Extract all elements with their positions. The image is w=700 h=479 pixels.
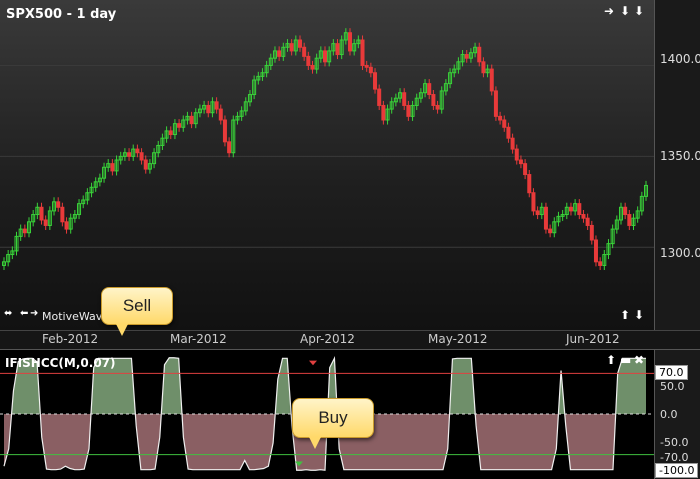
candle [598, 261, 603, 266]
level-label: 0.0 [660, 408, 678, 421]
arrow-right-icon[interactable]: ➜ [30, 308, 38, 319]
candle [510, 137, 515, 150]
level-label: -50.0 [660, 436, 689, 449]
level-label: 50.0 [660, 380, 685, 393]
candle [373, 72, 378, 90]
price-y-axis[interactable] [654, 0, 700, 330]
arrow-right-icon[interactable]: ➜ [604, 4, 614, 18]
candle [135, 148, 140, 154]
candle [381, 104, 386, 121]
candle [427, 83, 432, 96]
candle [627, 214, 632, 226]
candle [527, 174, 532, 194]
candle [360, 39, 365, 66]
candle [481, 61, 486, 74]
candle [464, 54, 469, 59]
candle [581, 214, 586, 219]
candle [518, 159, 523, 165]
candle [127, 152, 132, 157]
candle [222, 119, 227, 143]
candle [39, 206, 44, 221]
price-chart-pane[interactable]: 1400.0 1350.0 1300.0 SPX500 - 1 day ➜ ⬇ … [0, 0, 700, 330]
candle [523, 163, 528, 176]
candle [168, 130, 173, 136]
candle [310, 64, 315, 70]
x-tick-label: Jun-2012 [566, 332, 620, 346]
arrow-down-icon[interactable]: ⬇ [634, 4, 644, 18]
price-chart-plot[interactable] [0, 0, 700, 330]
candle [348, 32, 353, 52]
x-tick-label: Feb-2012 [42, 332, 99, 346]
candle [498, 115, 503, 121]
candle [477, 46, 482, 63]
candle [493, 90, 498, 117]
candle [277, 50, 282, 57]
candle [364, 64, 369, 68]
arrow-up-icon[interactable]: ⬆ [606, 353, 616, 367]
y-tick-label: 1350.0 [660, 149, 700, 163]
close-icon[interactable]: ✖ [634, 353, 644, 367]
study-label[interactable]: MotiveWav [42, 310, 102, 323]
y-tick-label: 1400.0 [660, 52, 700, 66]
x-tick-label: Apr-2012 [300, 332, 355, 346]
candle [593, 239, 598, 263]
candle [585, 217, 590, 226]
candle [543, 206, 548, 230]
candle [297, 39, 302, 48]
sell-signal-marker [309, 360, 317, 366]
level-label-bottom: -100.0 [655, 463, 699, 478]
candle [306, 55, 311, 66]
candle [206, 104, 211, 114]
sell-callout: Sell [101, 287, 173, 336]
candle [489, 68, 494, 92]
candle [56, 201, 61, 208]
arrow-down-icon[interactable]: ⬇ [634, 308, 644, 322]
buy-callout: Buy [292, 398, 374, 449]
candle [335, 43, 340, 56]
candle [289, 43, 294, 52]
candle [531, 192, 536, 212]
arrow-down-icon[interactable]: ⬇ [620, 4, 630, 18]
candle [568, 206, 573, 212]
candle [623, 206, 628, 216]
level-label-upper: 70.0 [655, 365, 688, 380]
candle [64, 221, 69, 230]
candle [502, 119, 507, 128]
x-tick-label: Mar-2012 [170, 332, 227, 346]
arrow-left-icon[interactable]: ⬅ [20, 308, 28, 319]
chart-title: SPX500 - 1 day [6, 7, 117, 22]
candle [60, 206, 65, 223]
minimize-icon[interactable]: ▬ [620, 353, 631, 367]
time-axis[interactable]: Feb-2012 Mar-2012 Apr-2012 May-2012 Jun-… [0, 330, 700, 349]
candle [110, 163, 115, 172]
candle [506, 126, 511, 139]
candle [548, 228, 553, 234]
candle [227, 141, 232, 154]
candle [377, 88, 382, 106]
candle [143, 159, 148, 170]
candle [302, 46, 307, 57]
candle [431, 94, 436, 106]
candle [535, 210, 540, 216]
x-tick-label: May-2012 [428, 332, 488, 346]
candle [589, 224, 594, 241]
candle [43, 219, 48, 226]
candle [577, 203, 582, 216]
candle [323, 50, 327, 63]
candle [22, 228, 27, 234]
candle [189, 115, 194, 125]
candle [368, 66, 373, 74]
arrow-up-icon[interactable]: ⬆ [620, 308, 630, 322]
candle [177, 123, 182, 128]
candle [214, 101, 219, 110]
candle [139, 152, 144, 161]
candle [435, 104, 440, 110]
arrow-left-right-icon[interactable]: ⬌ [4, 308, 12, 319]
candle [402, 92, 407, 106]
candle [514, 148, 519, 161]
y-tick-label: 1300.0 [660, 246, 700, 260]
candle [406, 104, 411, 117]
candle [218, 108, 223, 121]
indicator-title: IFISHCC(M,0.07) [5, 356, 116, 370]
